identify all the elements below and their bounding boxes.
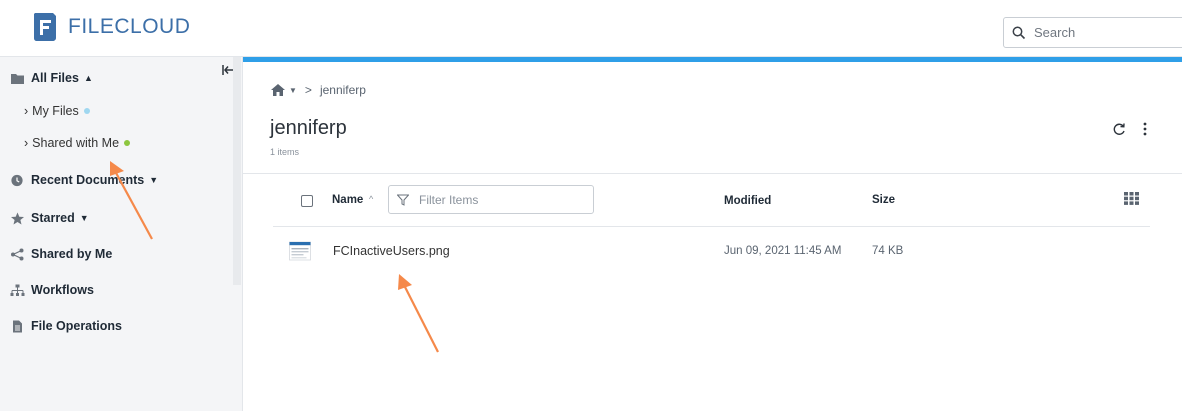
sidebar-item-my-files[interactable]: › My Files <box>24 102 90 120</box>
filter-box[interactable] <box>388 185 594 214</box>
filter-input[interactable] <box>419 192 589 207</box>
item-count: 1 items <box>270 147 300 157</box>
sidebar-item-shared-with-me[interactable]: › Shared with Me <box>24 134 131 152</box>
sidebar-item-starred[interactable]: Starred ▼ <box>10 209 89 227</box>
brand-name: FILECLOUD <box>68 15 191 38</box>
search-input[interactable] <box>1034 25 1174 40</box>
breadcrumb-current[interactable]: jenniferp <box>320 83 366 97</box>
accent-bar <box>243 57 1182 62</box>
home-icon[interactable] <box>270 83 286 97</box>
sidebar-item-label: Workflows <box>31 283 94 297</box>
star-icon <box>11 212 24 224</box>
file-size: 74 KB <box>872 245 904 257</box>
main-content: ▼ > jenniferp jenniferp 1 items Name ^ M… <box>243 57 1182 411</box>
caret-up-icon: ▲ <box>83 73 93 83</box>
sidebar-item-label: Shared with Me <box>32 136 120 150</box>
chevron-down-icon[interactable]: ▼ <box>289 86 297 95</box>
sidebar-item-label: Recent Documents <box>31 173 145 187</box>
sidebar-item-label: My Files <box>32 104 79 118</box>
top-header: FILECLOUD <box>0 0 1182 57</box>
share-icon <box>11 248 24 260</box>
filter-icon <box>397 194 409 206</box>
column-header-modified[interactable]: Modified <box>724 195 771 207</box>
workflow-icon <box>10 284 25 296</box>
sidebar-item-label: Starred <box>31 211 75 225</box>
column-header-size[interactable]: Size <box>872 194 895 206</box>
divider <box>243 173 1182 174</box>
search-box[interactable] <box>1003 17 1182 48</box>
search-icon <box>1012 26 1026 39</box>
divider <box>273 226 1150 227</box>
image-file-thumbnail-icon <box>289 241 311 261</box>
sidebar-item-shared-by-me[interactable]: Shared by Me <box>10 245 112 263</box>
sort-ascending-icon[interactable]: ^ <box>369 194 373 204</box>
sidebar-item-workflows[interactable]: Workflows <box>10 281 94 299</box>
sidebar-scrollbar[interactable] <box>233 57 241 285</box>
caret-down-icon: ▼ <box>79 213 89 223</box>
chevron-right-icon: › <box>24 104 29 118</box>
chevron-right-icon: › <box>24 136 29 150</box>
column-header-name[interactable]: Name <box>332 194 363 206</box>
filecloud-logo-icon <box>34 13 56 41</box>
sidebar-item-recent-documents[interactable]: Recent Documents ▼ <box>10 171 158 189</box>
select-all-checkbox[interactable] <box>301 195 313 207</box>
sidebar-item-label: All Files <box>31 71 79 85</box>
breadcrumb-separator: > <box>304 83 312 97</box>
sidebar-item-label: File Operations <box>31 319 122 333</box>
status-dot <box>124 140 131 146</box>
caret-down-icon: ▼ <box>149 175 159 185</box>
folder-icon <box>11 73 24 84</box>
clock-icon <box>11 174 23 186</box>
sidebar-item-label: Shared by Me <box>31 247 113 261</box>
file-name[interactable]: FCInactiveUsers.png <box>333 244 450 258</box>
grid-view-icon[interactable] <box>1124 192 1139 205</box>
sidebar-item-all-files[interactable]: All Files ▲ <box>10 69 93 87</box>
sidebar: All Files ▲ › My Files › Shared with Me … <box>0 57 243 411</box>
sidebar-item-file-operations[interactable]: File Operations <box>10 317 122 335</box>
more-options-icon[interactable] <box>1142 121 1148 137</box>
page-title: jenniferp <box>270 117 347 139</box>
refresh-icon[interactable] <box>1112 122 1126 136</box>
table-row[interactable]: FCInactiveUsers.png Jun 09, 2021 11:45 A… <box>273 233 1150 273</box>
filecloud-logo[interactable]: FILECLOUD <box>32 12 190 42</box>
breadcrumb: ▼ > jenniferp <box>270 83 366 97</box>
file-modified: Jun 09, 2021 11:45 AM <box>724 245 842 257</box>
file-icon <box>13 320 22 332</box>
status-dot <box>83 108 90 114</box>
